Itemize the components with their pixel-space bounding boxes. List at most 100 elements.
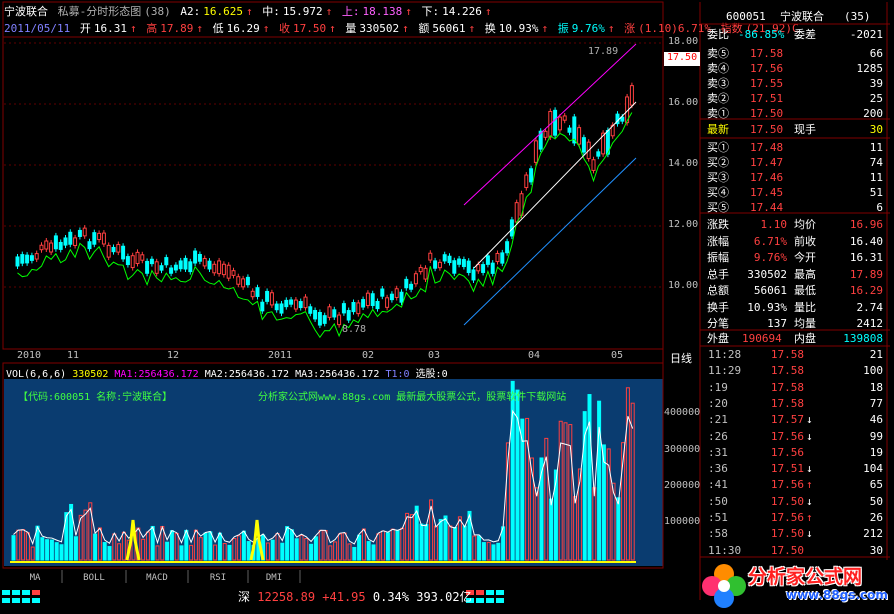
candle-body xyxy=(269,292,274,306)
pick-value: 0 xyxy=(441,369,448,380)
candle-body xyxy=(471,269,476,281)
candle-body xyxy=(116,244,121,253)
candle-body xyxy=(313,309,318,320)
candle-body xyxy=(92,232,97,245)
volume-bar xyxy=(117,543,122,561)
candle-body xyxy=(577,127,582,145)
candle-body xyxy=(274,303,279,311)
tab-ma[interactable]: MA xyxy=(10,572,60,584)
chg-label: 涨 xyxy=(624,22,636,35)
tab-rsi[interactable]: RSI xyxy=(190,572,246,584)
x-axis-label: 03 xyxy=(428,350,441,361)
tick-price: 17.50 xyxy=(770,527,804,541)
volume-bar xyxy=(11,535,16,561)
date: 2011/05/11 xyxy=(4,22,71,35)
x-axis-label: 11 xyxy=(67,350,80,361)
code-overlay: 【代码:600051 名称:宁波联合】 xyxy=(18,392,173,403)
candle-body xyxy=(562,115,567,121)
volume-bar xyxy=(625,387,630,561)
volume-bar xyxy=(83,509,88,561)
candle-body xyxy=(149,258,154,265)
volume-bar xyxy=(328,545,333,561)
volume-bar xyxy=(193,529,198,561)
volume-bar xyxy=(462,525,467,561)
vol-value: 330502 xyxy=(359,22,400,35)
tick-row[interactable]: :21 17.57 ↓ 46 xyxy=(704,412,887,428)
candle-body xyxy=(207,260,212,270)
tab-macd[interactable]: MACD xyxy=(128,572,186,584)
tick-vol: 26 xyxy=(869,511,883,524)
tick-row[interactable]: 11:28 17.58 21 xyxy=(704,347,887,363)
tick-row[interactable]: :20 17.58 77 xyxy=(704,396,887,412)
tick-row[interactable]: :19 17.58 18 xyxy=(704,380,887,396)
volume-bar xyxy=(371,544,376,561)
candle-body xyxy=(183,257,188,270)
ma2-label: MA2: xyxy=(204,369,229,380)
volume-bar xyxy=(337,533,342,561)
candle-body xyxy=(197,253,202,262)
vol-label: 量 xyxy=(345,22,357,35)
volume-bar xyxy=(587,394,592,561)
volume-bar xyxy=(597,400,602,561)
stock-name[interactable]: 宁波联合 xyxy=(4,5,48,18)
lower-channel-line xyxy=(463,157,637,326)
volume-bar xyxy=(237,535,242,561)
tick-time: :58 xyxy=(708,527,728,541)
price-axis-label: 14.00 xyxy=(668,158,699,169)
day-line-tab[interactable]: 日线 xyxy=(670,350,692,366)
tick-row[interactable]: :58 17.50 ↓ 212 xyxy=(704,526,887,542)
turn-value: 10.93% xyxy=(498,22,539,35)
candle-body xyxy=(457,258,462,265)
tick-row[interactable]: :51 17.56 ↑ 26 xyxy=(704,510,887,526)
candle-body xyxy=(317,312,322,326)
tick-row[interactable]: :41 17.56 ↑ 65 xyxy=(704,477,887,493)
tick-vol: 50 xyxy=(869,494,883,508)
tick-vol: 99 xyxy=(869,429,883,443)
watermark-url: www.88gs.com xyxy=(786,588,888,602)
price-tag: 17.50 xyxy=(667,52,698,63)
volume-bar xyxy=(366,541,371,561)
index-status: 深 12258.89 +41.95 0.34% 393.02亿 xyxy=(238,588,472,605)
volume-bar xyxy=(563,422,568,561)
tick-arrow-icon: ↓ xyxy=(806,462,813,476)
price-axis-label: 12.00 xyxy=(668,219,699,230)
candle-body xyxy=(53,235,58,250)
tick-row[interactable]: 11:29 17.58 100 xyxy=(704,363,887,379)
candle-body xyxy=(236,276,241,285)
candle-body xyxy=(82,227,87,237)
volume-bar xyxy=(309,543,314,561)
candle-body xyxy=(241,278,246,288)
candle-body xyxy=(423,267,428,280)
candle-body xyxy=(437,261,442,269)
ma1-value: 256436.172 xyxy=(138,369,199,380)
candle-body xyxy=(130,255,135,269)
candle-body xyxy=(418,267,423,273)
volume-axis-label: 400000 xyxy=(664,407,701,418)
tick-row[interactable]: :36 17.51 ↓ 104 xyxy=(704,461,887,477)
volume-bar xyxy=(549,498,554,561)
candle-body xyxy=(389,293,394,301)
tick-row[interactable]: :26 17.56 ↓ 99 xyxy=(704,429,887,445)
candle-body xyxy=(217,260,222,275)
tick-time: :31 xyxy=(708,445,728,459)
index-change: +41.95 xyxy=(322,590,366,604)
tick-row[interactable]: :31 17.56 19 xyxy=(704,445,887,461)
candle-body xyxy=(298,301,303,309)
tick-price: 17.50 xyxy=(770,494,804,508)
volume-bar xyxy=(179,545,184,561)
tab-dmi[interactable]: DMI xyxy=(250,572,298,584)
candle-body xyxy=(34,253,39,260)
volume-bar xyxy=(227,544,232,561)
tick-row[interactable]: :50 17.50 ↓ 50 xyxy=(704,494,887,510)
tick-vol: 21 xyxy=(869,348,883,361)
candle-body xyxy=(341,303,346,314)
tick-vol: 104 xyxy=(863,462,883,476)
volume-bar xyxy=(395,529,400,561)
tab-boll[interactable]: BOLL xyxy=(64,572,124,584)
volume-bar xyxy=(501,526,506,561)
volume-bar xyxy=(45,539,50,561)
volume-bar xyxy=(486,541,491,561)
volume-bar xyxy=(419,523,424,561)
candle-body xyxy=(557,116,562,131)
candle-body xyxy=(169,267,174,274)
